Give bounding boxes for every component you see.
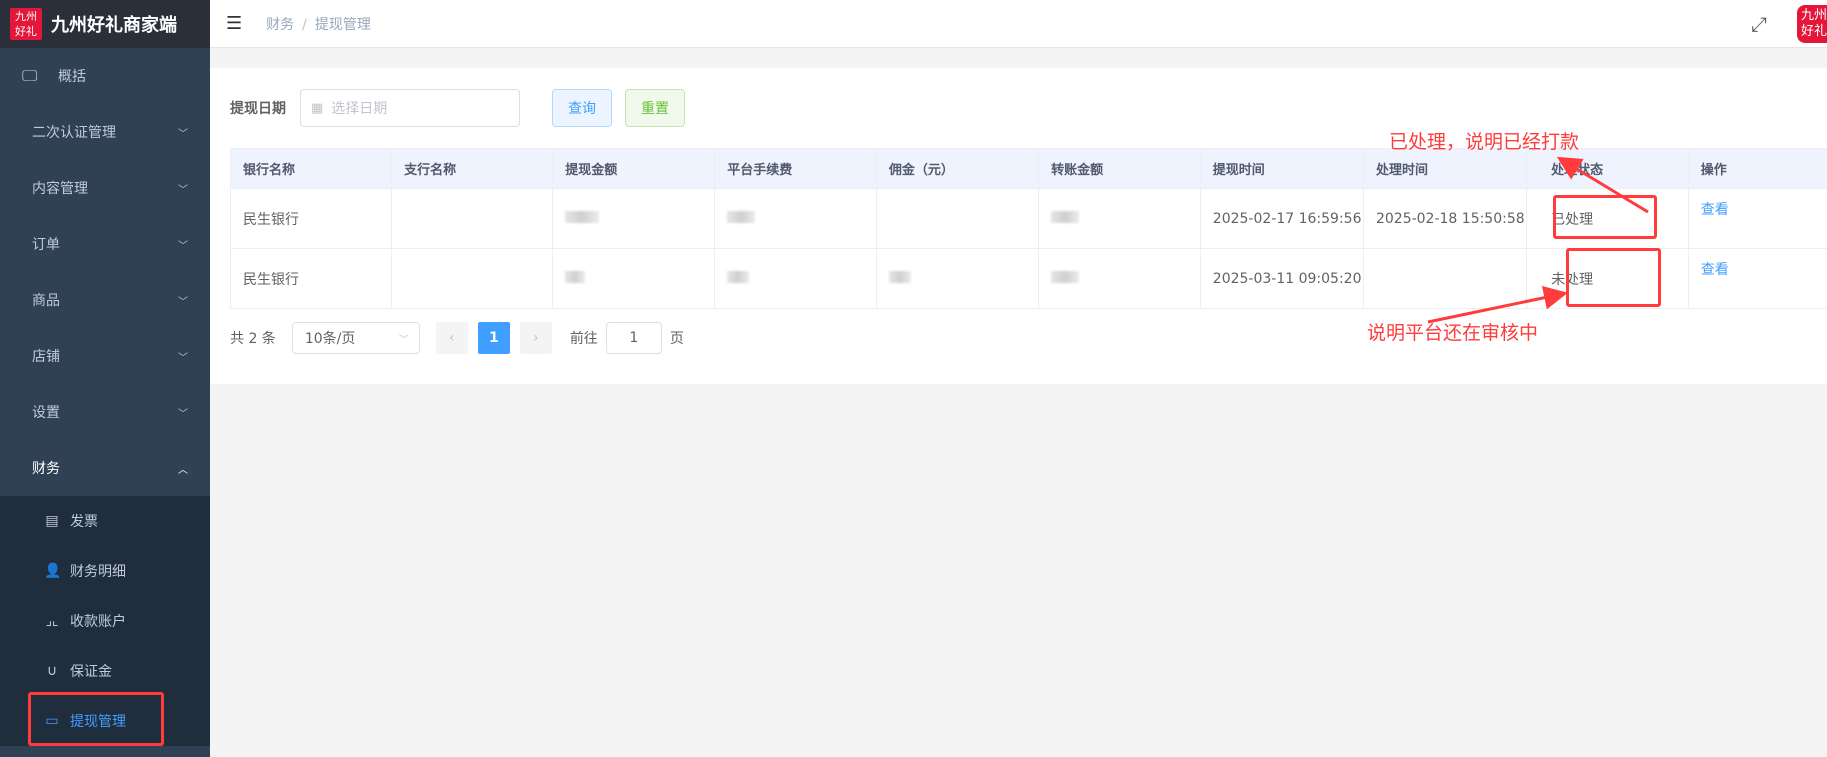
annotation-arrows	[1427, 156, 1649, 324]
arrow-icon	[1427, 285, 1568, 324]
arrow-icon	[1556, 156, 1649, 214]
